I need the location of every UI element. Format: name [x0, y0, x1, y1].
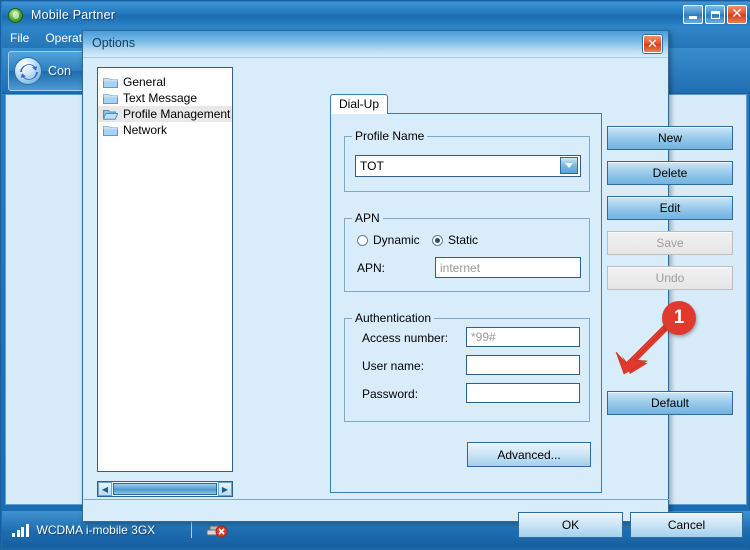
password-input[interactable]: [466, 383, 580, 403]
advanced-button[interactable]: Advanced...: [467, 442, 591, 467]
delete-button[interactable]: Delete: [607, 161, 733, 185]
tree-item-label: Network: [123, 123, 168, 137]
app-globe-icon: [8, 7, 23, 23]
refresh-circle-icon: [14, 56, 42, 85]
scrollbar-thumb[interactable]: [113, 483, 217, 495]
dial-up-tab-panel: Profile Name APN Dynamic Static APN:: [330, 113, 602, 493]
folder-closed-icon: [103, 76, 118, 88]
modem-disconnected-icon: [206, 522, 228, 538]
apn-dynamic-radio[interactable]: Dynamic: [357, 233, 420, 247]
annotation-badge-1: 1: [662, 301, 696, 335]
options-dialog-title: Options: [92, 36, 136, 50]
scroll-left-arrow-icon[interactable]: ◀: [98, 482, 112, 496]
options-dialog-titlebar: Options ✕: [83, 31, 668, 58]
tree-item-text-message[interactable]: Text Message: [98, 90, 232, 106]
user-name-input[interactable]: [466, 355, 580, 375]
tab-dial-up[interactable]: Dial-Up: [330, 94, 389, 114]
apn-static-label: Static: [448, 233, 479, 247]
tree-item-label: Profile Management: [123, 107, 231, 121]
dialog-close-button[interactable]: ✕: [643, 35, 662, 53]
new-button[interactable]: New: [607, 126, 733, 150]
folder-closed-icon: [103, 124, 118, 136]
radio-selected-icon: [432, 234, 443, 246]
settings-tree[interactable]: General Text Message Profile Management …: [97, 67, 233, 472]
apn-group-title: APN: [352, 211, 383, 225]
default-button[interactable]: Default: [607, 391, 733, 415]
user-name-label: User name:: [362, 359, 425, 373]
maximize-button[interactable]: [705, 5, 725, 24]
profile-name-group: Profile Name: [344, 129, 590, 192]
tree-item-profile-management[interactable]: Profile Management: [98, 106, 232, 122]
dialog-divider: [84, 499, 669, 500]
tree-item-label: Text Message: [123, 91, 198, 105]
scroll-right-arrow-icon[interactable]: ▶: [218, 482, 232, 496]
tree-item-network[interactable]: Network: [98, 122, 232, 138]
apn-static-radio[interactable]: Static: [432, 233, 478, 247]
apn-input[interactable]: [435, 257, 581, 278]
tree-item-general[interactable]: General: [98, 74, 232, 90]
folder-open-icon: [103, 108, 118, 120]
apn-dynamic-label: Dynamic: [373, 233, 420, 247]
status-separator: [191, 521, 193, 538]
chevron-down-icon[interactable]: [560, 157, 578, 174]
tree-horizontal-scrollbar[interactable]: ◀ ▶: [97, 481, 233, 497]
edit-button[interactable]: Edit: [607, 196, 733, 220]
menu-file[interactable]: File: [2, 31, 37, 45]
access-number-input[interactable]: [466, 327, 580, 347]
radio-unselected-icon: [357, 234, 368, 246]
cancel-button[interactable]: Cancel: [630, 512, 743, 538]
screenshot-root: Mobile Partner ✕ File Operati Con WCDMA …: [0, 0, 750, 550]
authentication-group-title: Authentication: [352, 311, 435, 325]
signal-strength-icon: [12, 523, 29, 537]
profile-name-group-title: Profile Name: [352, 129, 428, 143]
access-number-label: Access number:: [362, 331, 449, 345]
maximize-icon: [710, 10, 720, 19]
main-window-titlebar: Mobile Partner ✕: [2, 2, 750, 28]
close-icon: ✕: [731, 6, 743, 22]
undo-button: Undo: [607, 266, 733, 290]
window-controls: ✕: [683, 5, 747, 24]
tree-item-label: General: [123, 75, 166, 89]
tab-strip: Dial-Up: [330, 94, 389, 114]
network-status-text: WCDMA i-mobile 3GX: [36, 522, 156, 537]
close-button[interactable]: ✕: [727, 5, 747, 24]
apn-field-label: APN:: [357, 261, 386, 275]
app-title: Mobile Partner: [31, 8, 116, 22]
save-button: Save: [607, 231, 733, 255]
profile-name-combobox[interactable]: [355, 155, 581, 177]
ok-button[interactable]: OK: [518, 512, 623, 538]
folder-closed-icon: [103, 92, 118, 104]
apn-group: APN Dynamic Static APN:: [344, 211, 590, 292]
options-dialog: Options ✕ General Text Message Profile M…: [82, 30, 743, 538]
profile-name-input[interactable]: [355, 155, 581, 177]
minimize-icon: [689, 16, 697, 19]
authentication-group: Authentication Access number: User name:…: [344, 311, 590, 422]
password-label: Password:: [362, 387, 419, 401]
minimize-button[interactable]: [683, 5, 703, 24]
connection-button-label: Con: [48, 63, 71, 78]
